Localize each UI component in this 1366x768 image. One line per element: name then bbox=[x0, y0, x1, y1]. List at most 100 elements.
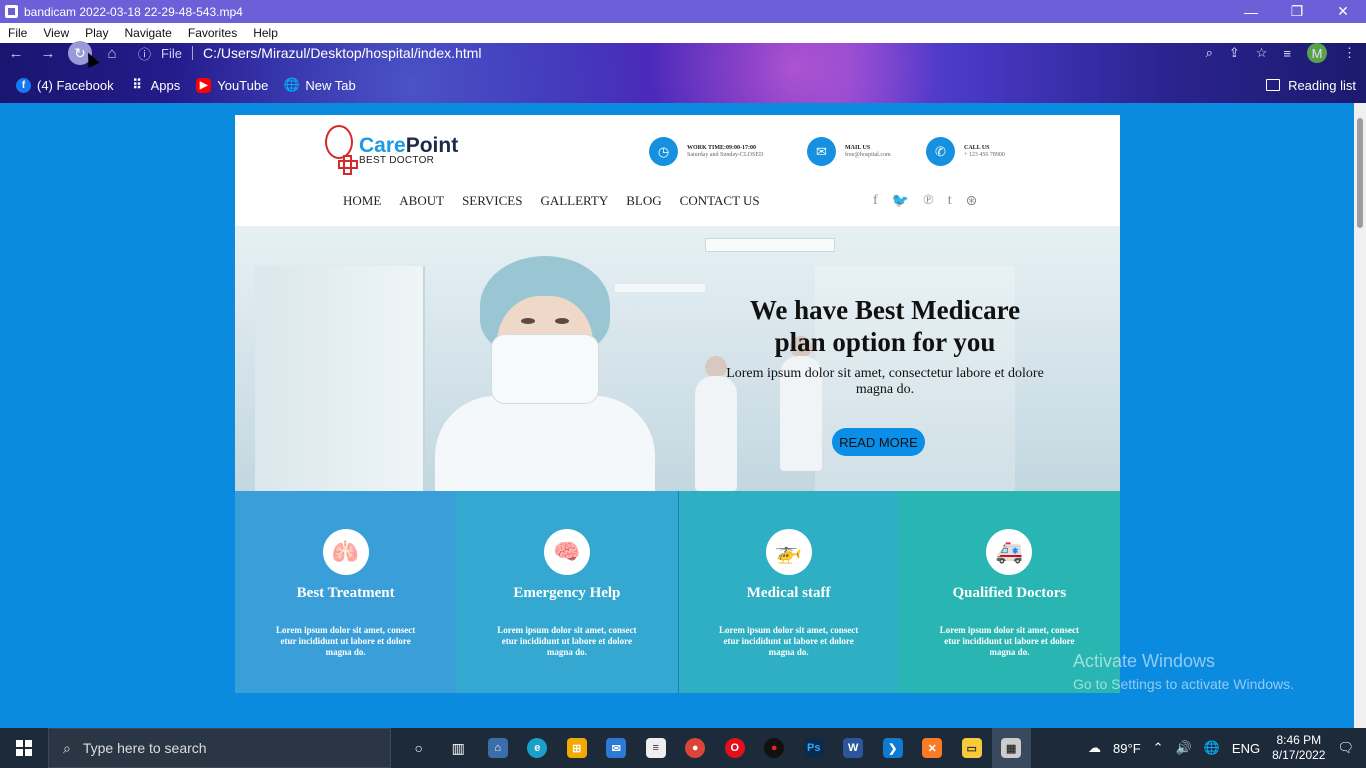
back-icon[interactable]: ← bbox=[0, 45, 32, 62]
nav-blog[interactable]: BLOG bbox=[626, 193, 661, 209]
file-explorer-icon[interactable]: ▭ bbox=[952, 728, 992, 768]
menu-help[interactable]: Help bbox=[245, 26, 286, 40]
nav-about[interactable]: ABOUT bbox=[399, 193, 444, 209]
menu-navigate[interactable]: Navigate bbox=[116, 26, 179, 40]
weather-icon[interactable]: ☁ bbox=[1088, 740, 1101, 756]
hero-banner: We have Best Medicare plan option for yo… bbox=[235, 226, 1120, 491]
site-header: CarePoint BEST DOCTOR ◷ WORK TIME:09:00-… bbox=[235, 115, 1120, 226]
store-icon[interactable]: ⊞ bbox=[557, 728, 597, 768]
address-bar[interactable]: ⓘ File C:/Users/Mirazul/Desktop/hospital… bbox=[138, 44, 1206, 63]
twitter-icon[interactable]: 🐦 bbox=[892, 193, 909, 210]
mail-icon[interactable]: ✉ bbox=[597, 728, 637, 768]
photoshop-icon[interactable]: Ps bbox=[794, 728, 834, 768]
dribbble-icon[interactable]: ⊛ bbox=[966, 193, 978, 210]
nav-home[interactable]: HOME bbox=[343, 193, 381, 209]
main-nav: HOME ABOUT SERVICES GALLERTY BLOG CONTAC… bbox=[343, 193, 760, 209]
site-info-icon[interactable]: ⓘ bbox=[138, 44, 151, 63]
scrollbar-thumb[interactable] bbox=[1357, 118, 1363, 228]
menu-play[interactable]: Play bbox=[77, 26, 116, 40]
notepad-icon[interactable]: ≡ bbox=[636, 728, 676, 768]
bookmark-label: (4) Facebook bbox=[37, 77, 114, 93]
profile-avatar[interactable]: M bbox=[1307, 43, 1327, 63]
bookmark-apps[interactable]: ⠿ Apps bbox=[130, 77, 181, 93]
feature-text: Lorem ipsum dolor sit amet, consect etur… bbox=[497, 625, 637, 657]
edge-icon[interactable]: e bbox=[518, 728, 558, 768]
menu-view[interactable]: View bbox=[35, 26, 77, 40]
phone-icon: ✆ bbox=[926, 137, 955, 166]
hero-heading: We have Best Medicare plan option for yo… bbox=[749, 295, 1021, 357]
zoom-icon[interactable]: ⌕ bbox=[1206, 45, 1213, 61]
language-indicator[interactable]: ENG bbox=[1232, 741, 1260, 756]
contact-value[interactable]: free@hospital.com bbox=[845, 152, 891, 158]
playlist-icon[interactable]: ≡ bbox=[1283, 46, 1291, 61]
more-menu-icon[interactable]: ⋮ bbox=[1343, 45, 1356, 61]
restore-button[interactable]: ❐ bbox=[1274, 3, 1320, 20]
bookmark-label: New Tab bbox=[305, 77, 356, 93]
weather-temp[interactable]: 89°F bbox=[1113, 741, 1141, 756]
nav-services[interactable]: SERVICES bbox=[462, 193, 522, 209]
clock-icon: ◷ bbox=[649, 137, 678, 166]
hero-text: We have Best Medicare plan option for yo… bbox=[725, 294, 1045, 398]
doctor-image bbox=[435, 256, 655, 491]
reading-list-button[interactable]: Reading list bbox=[1266, 78, 1356, 93]
minimize-button[interactable]: — bbox=[1228, 4, 1274, 20]
network-icon[interactable]: 🌐 bbox=[1204, 740, 1220, 756]
chrome-icon[interactable]: ● bbox=[676, 728, 716, 768]
ceiling-light bbox=[705, 238, 835, 252]
read-more-button[interactable]: READ MORE bbox=[832, 428, 925, 456]
task-view-icon[interactable]: ▥ bbox=[439, 728, 479, 768]
bookmark-youtube[interactable]: ▶ YouTube bbox=[196, 77, 268, 93]
cortana-icon[interactable]: ○ bbox=[399, 728, 439, 768]
pinterest-icon[interactable]: ℗ bbox=[923, 193, 934, 210]
bookmark-label: Apps bbox=[150, 77, 181, 93]
contact-value[interactable]: + 123 456 78900 bbox=[964, 152, 1005, 158]
clock-time: 8:46 PM bbox=[1276, 733, 1322, 747]
ambulance-icon: 🚑 bbox=[986, 529, 1033, 575]
carepoint-logo[interactable]: CarePoint BEST DOCTOR bbox=[323, 125, 458, 175]
home-icon[interactable]: ⌂ bbox=[96, 45, 128, 62]
windows-logo-icon bbox=[16, 740, 32, 756]
menu-favorites[interactable]: Favorites bbox=[180, 26, 245, 40]
window-title: bandicam 2022-03-18 22-29-48-543.mp4 bbox=[24, 4, 243, 19]
recorder-icon[interactable]: ● bbox=[755, 728, 795, 768]
feature-best-treatment: 🫁 Best Treatment Lorem ipsum dolor sit a… bbox=[235, 491, 457, 693]
share-icon[interactable]: ⇪ bbox=[1229, 45, 1240, 61]
facebook-icon: f bbox=[16, 77, 31, 93]
contact-label: WORK TIME:09:00-17:00 bbox=[687, 144, 757, 151]
watermark-line2: Go to Settings to activate Windows. bbox=[1073, 676, 1294, 692]
brand-tagline: BEST DOCTOR bbox=[359, 154, 435, 166]
taskbar-search[interactable]: ⌕ Type here to search bbox=[48, 728, 391, 768]
bookmark-facebook[interactable]: f (4) Facebook bbox=[16, 77, 114, 93]
volume-icon[interactable]: 🔊 bbox=[1176, 740, 1192, 756]
pinned-app-icon[interactable]: ⌂ bbox=[478, 728, 518, 768]
close-button[interactable]: ✕ bbox=[1320, 3, 1366, 20]
facebook-icon[interactable]: f bbox=[873, 193, 878, 210]
nav-gallery[interactable]: GALLERTY bbox=[540, 193, 608, 209]
start-button[interactable] bbox=[0, 728, 48, 768]
hospital-site: CarePoint BEST DOCTOR ◷ WORK TIME:09:00-… bbox=[235, 115, 1120, 693]
forward-icon[interactable]: → bbox=[32, 45, 64, 62]
mail-icon: ✉ bbox=[807, 137, 836, 166]
feature-text: Lorem ipsum dolor sit amet, consect etur… bbox=[719, 625, 859, 657]
page-scrollbar[interactable] bbox=[1354, 103, 1366, 728]
xampp-icon[interactable]: ✕ bbox=[913, 728, 953, 768]
notifications-icon[interactable]: 🗨 bbox=[1337, 740, 1354, 756]
word-icon[interactable]: W bbox=[834, 728, 874, 768]
url-text[interactable]: C:/Users/Mirazul/Desktop/hospital/index.… bbox=[203, 45, 482, 61]
brain-icon: 🧠 bbox=[543, 529, 590, 575]
bookmark-new-tab[interactable]: 🌐 New Tab bbox=[284, 77, 356, 93]
reading-list-label: Reading list bbox=[1288, 77, 1356, 93]
favorite-star-icon[interactable]: ☆ bbox=[1256, 45, 1268, 61]
tumblr-icon[interactable]: t bbox=[948, 193, 952, 210]
clock[interactable]: 8:46 PM 8/17/2022 bbox=[1272, 733, 1325, 763]
opera-icon[interactable]: O bbox=[715, 728, 755, 768]
vscode-icon[interactable]: ❯ bbox=[873, 728, 913, 768]
tray-chevron-icon[interactable]: ⌃ bbox=[1153, 740, 1164, 756]
mail-info: ✉ MAIL US free@hospital.com bbox=[807, 137, 891, 166]
menu-file[interactable]: File bbox=[0, 26, 35, 40]
work-time-info: ◷ WORK TIME:09:00-17:00 Saturday and Sund… bbox=[649, 137, 763, 166]
bandicam-icon[interactable]: ▦ bbox=[991, 728, 1031, 768]
logo-text: CarePoint BEST DOCTOR bbox=[359, 135, 458, 166]
nav-contact[interactable]: CONTACT US bbox=[680, 193, 760, 209]
lungs-icon: 🫁 bbox=[322, 529, 369, 575]
